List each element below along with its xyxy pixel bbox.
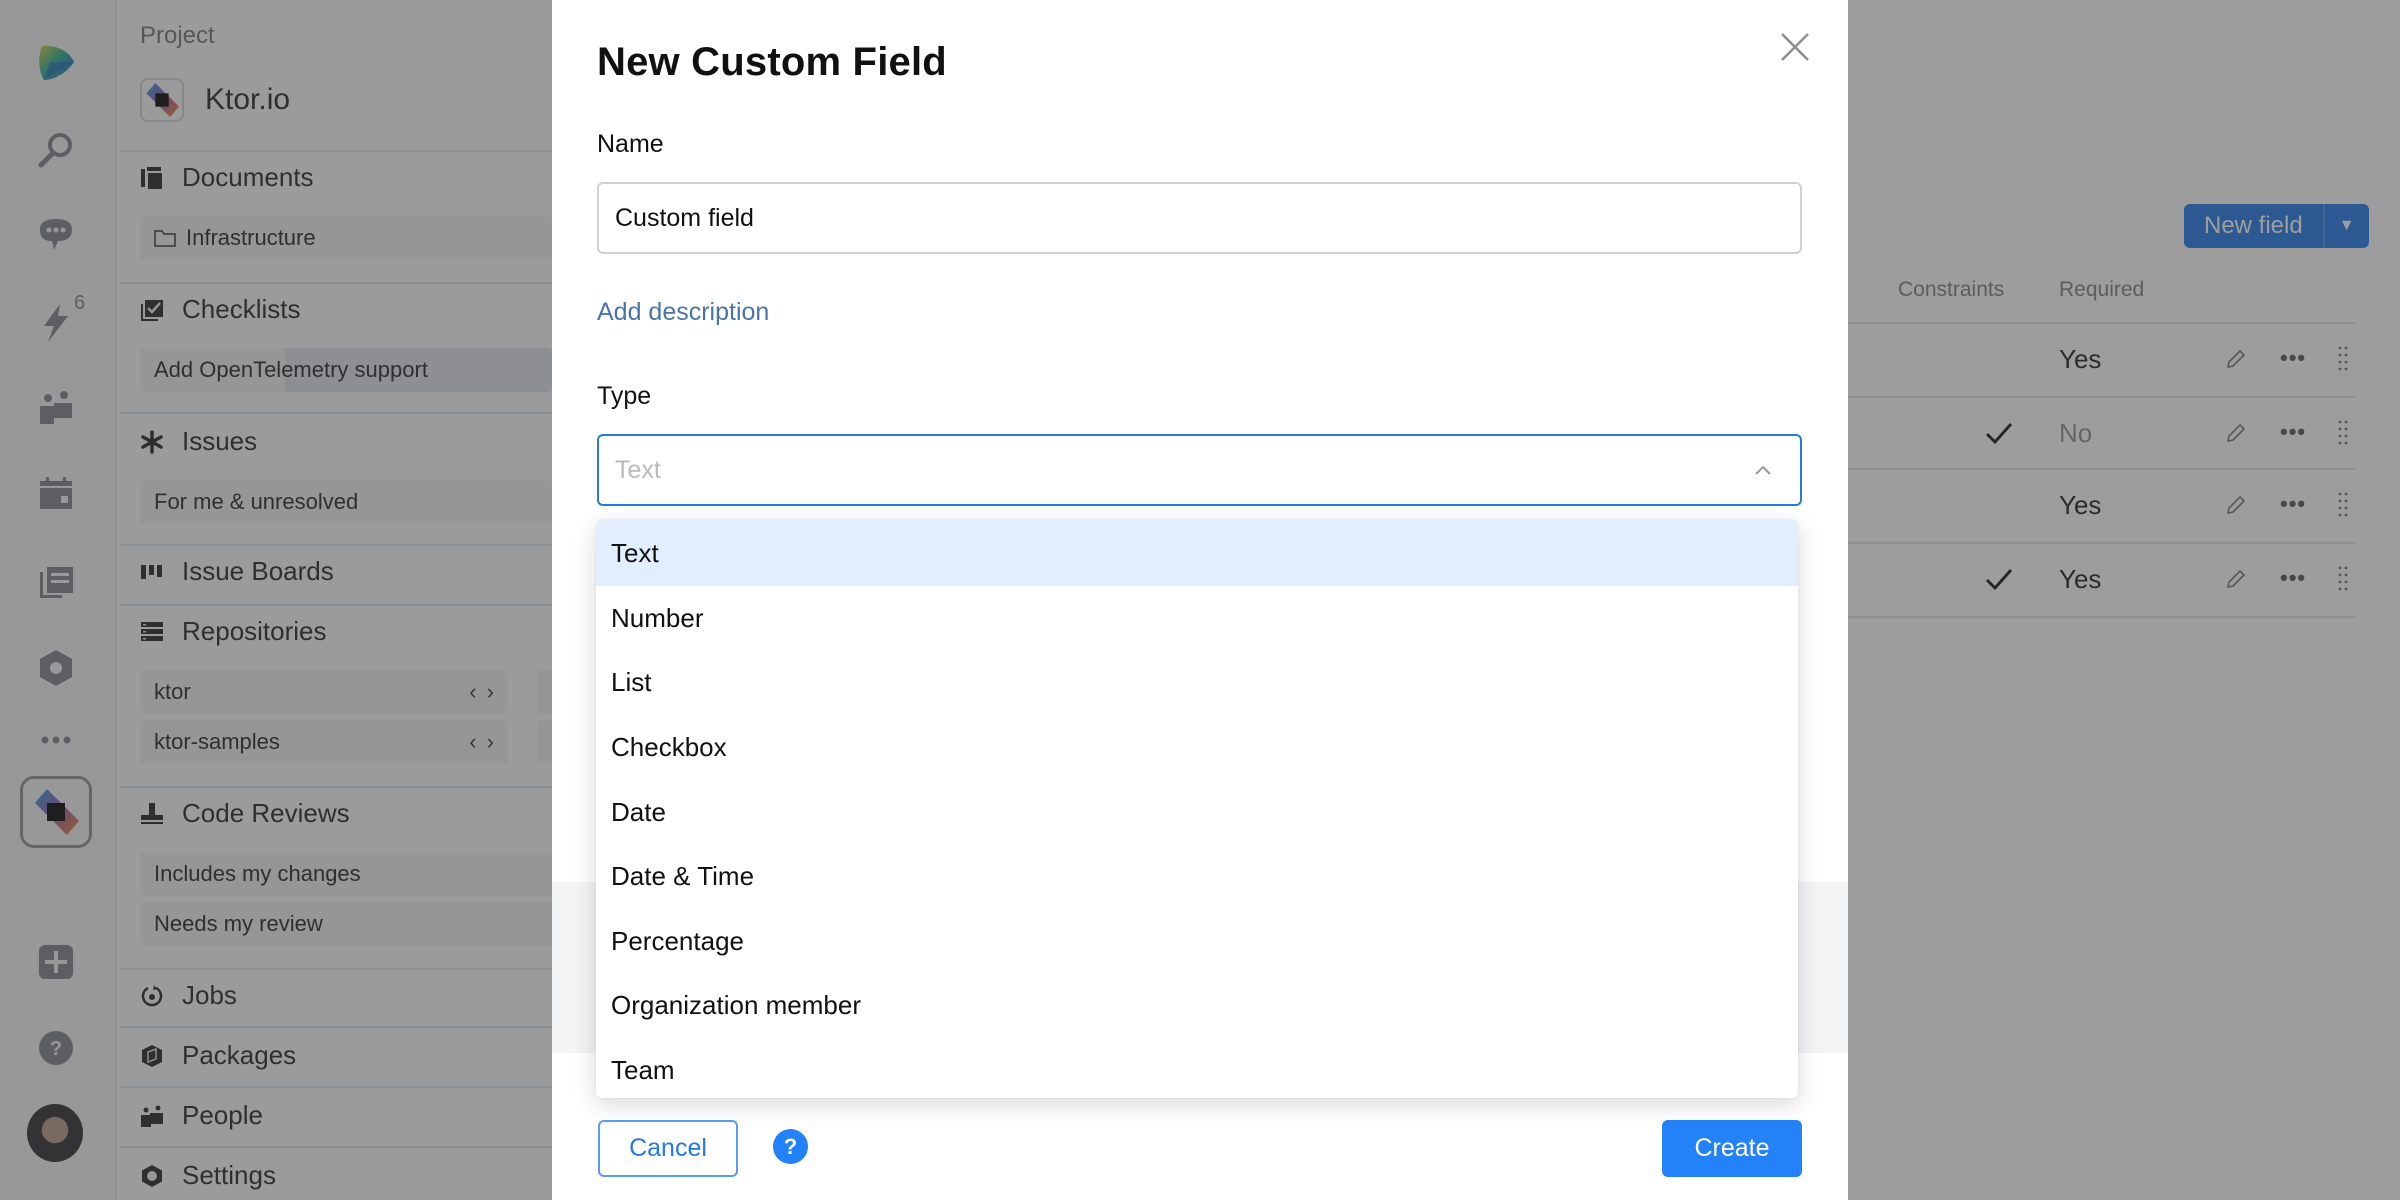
help-icon[interactable]: ? bbox=[773, 1129, 808, 1164]
name-input[interactable] bbox=[597, 182, 1802, 254]
type-select[interactable]: Text bbox=[597, 434, 1802, 506]
create-button[interactable]: Create bbox=[1662, 1120, 1802, 1177]
close-icon[interactable] bbox=[1778, 30, 1812, 64]
type-option[interactable]: Text bbox=[596, 520, 1798, 586]
type-option[interactable]: Date & Time bbox=[596, 844, 1798, 909]
type-option[interactable]: Organization member bbox=[596, 974, 1798, 1039]
type-option[interactable]: List bbox=[596, 651, 1798, 716]
type-select-placeholder: Text bbox=[615, 455, 661, 484]
type-option[interactable]: Team bbox=[596, 1038, 1798, 1098]
new-custom-field-dialog: New Custom Field Name Add description Ty… bbox=[552, 0, 1848, 1200]
type-option[interactable]: Number bbox=[596, 586, 1798, 651]
type-option[interactable]: Percentage bbox=[596, 909, 1798, 974]
dialog-title: New Custom Field bbox=[597, 40, 947, 84]
chevron-up-icon bbox=[1755, 465, 1771, 475]
type-option[interactable]: Date bbox=[596, 780, 1798, 845]
cancel-button[interactable]: Cancel bbox=[598, 1120, 738, 1177]
name-label: Name bbox=[597, 130, 664, 158]
type-option[interactable]: Checkbox bbox=[596, 715, 1798, 780]
add-description-link[interactable]: Add description bbox=[597, 298, 769, 327]
type-label: Type bbox=[597, 382, 652, 410]
type-dropdown-menu: Text Number List Checkbox Date Date & Time Per… bbox=[596, 520, 1798, 1098]
